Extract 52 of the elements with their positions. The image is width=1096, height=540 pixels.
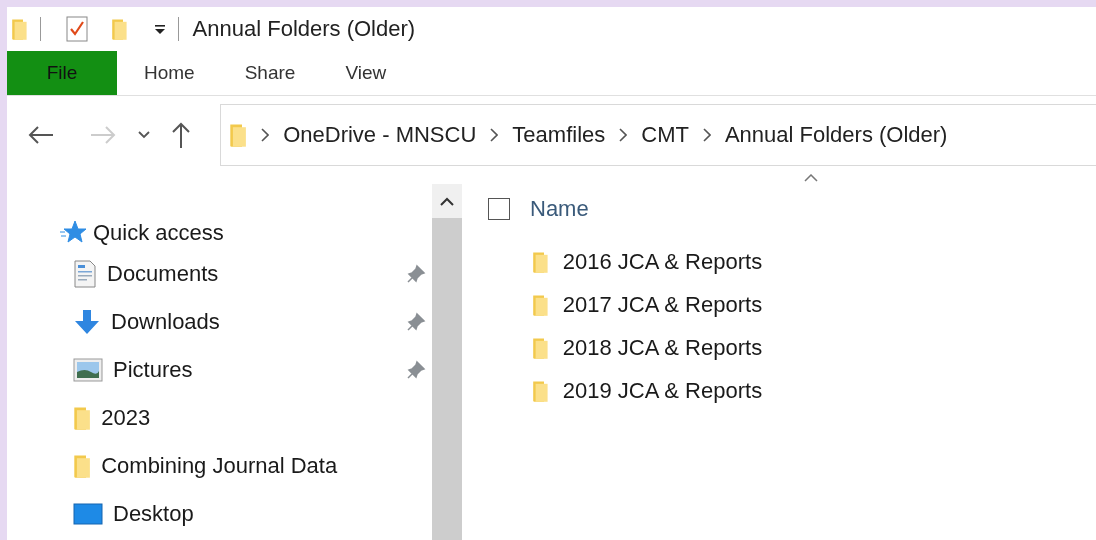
breadcrumb[interactable]: Teamfiles	[512, 122, 606, 148]
breadcrumb[interactable]: CMT	[641, 122, 689, 148]
properties-icon[interactable]	[64, 15, 89, 43]
folder-name[interactable]: 2017 JCA & Reports	[562, 291, 763, 318]
ribbon-tab[interactable]: Home	[117, 51, 218, 95]
address-bar[interactable]: OneDrive - MNSCU Teamfiles CMT Annual Folders (Older)	[220, 104, 1096, 166]
folder-icon	[532, 249, 549, 274]
back-arrow-icon[interactable]	[27, 125, 55, 145]
folder-icon	[73, 405, 92, 431]
ribbon-tab[interactable]: Share	[217, 51, 319, 95]
folder-name[interactable]: 2018 JCA & Reports	[562, 334, 763, 361]
down-arrow-icon	[73, 308, 101, 336]
folder-icon	[11, 17, 28, 41]
folder-icon	[110, 17, 128, 41]
chevron-right-icon	[619, 128, 628, 142]
dropdown-icon[interactable]	[153, 23, 166, 35]
folder-icon	[532, 378, 549, 403]
sidebar-item[interactable]: Documents	[107, 261, 406, 287]
sidebar-item[interactable]: 2023	[101, 405, 426, 431]
ribbon-tab[interactable]: File	[7, 51, 117, 95]
scroll-up-icon[interactable]	[440, 196, 454, 206]
sidebar-item[interactable]: Pictures	[113, 357, 406, 383]
folder-icon	[532, 335, 549, 360]
chevron-right-icon	[702, 128, 711, 142]
ribbon-tab[interactable]: View	[318, 51, 410, 95]
pin-icon[interactable]	[406, 264, 426, 284]
star-icon	[59, 220, 87, 246]
column-header[interactable]: Name	[530, 196, 589, 222]
desktop-icon	[73, 503, 103, 525]
breadcrumb[interactable]: OneDrive - MNSCU	[283, 122, 477, 148]
picture-icon	[73, 358, 103, 382]
sidebar-item[interactable]: Downloads	[111, 309, 406, 335]
scrollbar[interactable]	[432, 184, 462, 540]
chevron-right-icon	[261, 128, 270, 142]
sidebar-item[interactable]: Desktop	[113, 501, 426, 527]
document-icon	[73, 260, 97, 288]
folder-name[interactable]: 2016 JCA & Reports	[562, 248, 763, 275]
folder-icon	[229, 122, 248, 148]
window-title: Annual Folders (Older)	[192, 16, 416, 42]
folder-icon	[73, 453, 92, 479]
chevron-right-icon	[490, 128, 499, 142]
sidebar-item[interactable]: Combining Journal Data	[101, 453, 426, 479]
sort-caret-icon[interactable]	[804, 174, 818, 182]
pin-icon[interactable]	[406, 360, 426, 380]
chevron-down-icon[interactable]	[137, 130, 151, 140]
select-all-checkbox[interactable]	[488, 198, 510, 220]
folder-name[interactable]: 2019 JCA & Reports	[562, 377, 763, 404]
pin-icon[interactable]	[406, 312, 426, 332]
quick-access-label[interactable]: Quick access	[93, 220, 224, 246]
folder-icon	[532, 292, 549, 317]
up-arrow-icon[interactable]	[171, 121, 191, 149]
breadcrumb[interactable]: Annual Folders (Older)	[724, 122, 948, 148]
